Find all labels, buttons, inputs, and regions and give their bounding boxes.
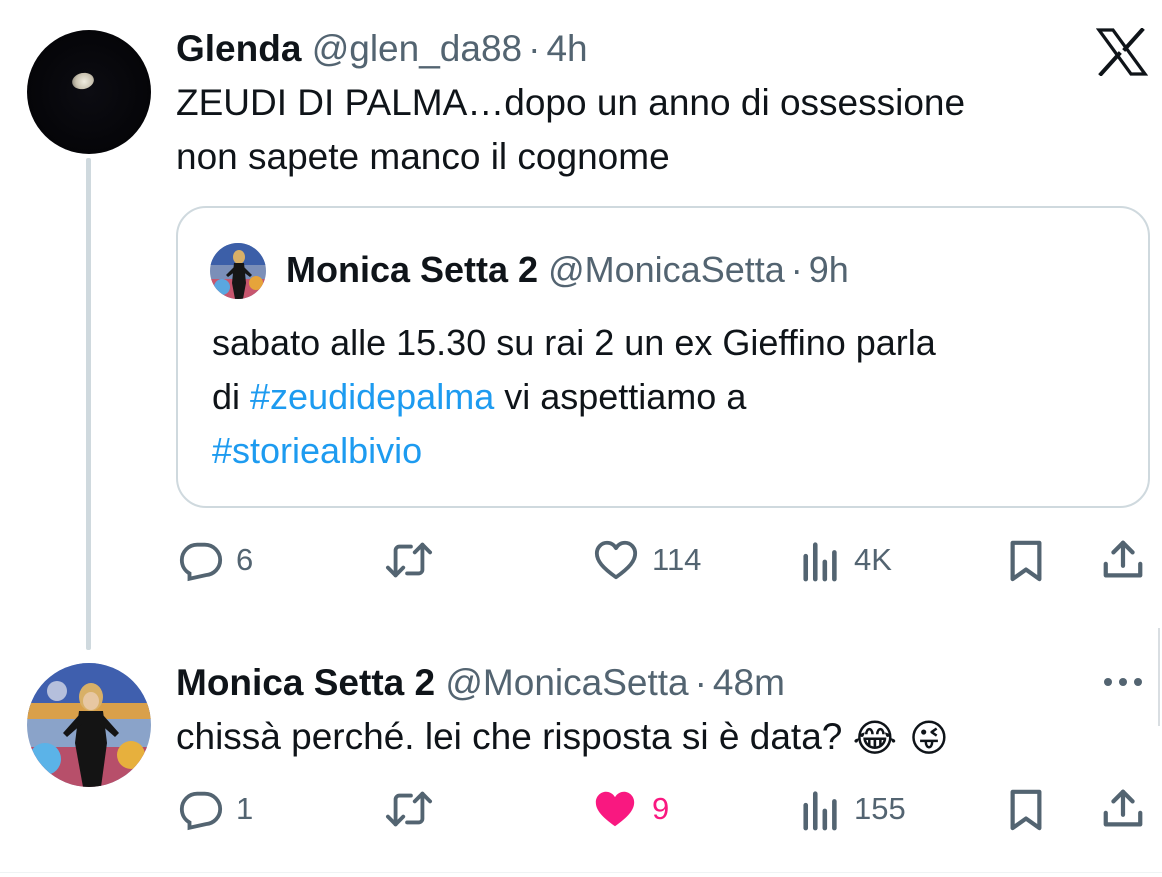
views-button[interactable]: 4K [800, 537, 892, 583]
more-icon[interactable] [1100, 668, 1146, 696]
avatar[interactable] [27, 663, 151, 787]
divider [0, 872, 1162, 873]
reply-button[interactable]: 1 [178, 786, 253, 832]
author-name[interactable]: Monica Setta 2 [176, 662, 435, 703]
tweet-header: Glenda @glen_da88 · 4h [176, 30, 588, 67]
separator-dot: · [694, 662, 707, 703]
views-icon [803, 791, 837, 831]
repost-button[interactable] [384, 537, 446, 583]
quoted-text-prefix: di [212, 376, 251, 417]
reply-text: chissà perché. lei che risposta si è dat… [176, 710, 949, 765]
monica-avatar-image [210, 243, 266, 299]
share-icon [1103, 540, 1143, 578]
quoted-header: Monica Setta 2 @MonicaSetta · 9h [286, 252, 849, 288]
bookmark-button[interactable] [1005, 537, 1047, 583]
like-button[interactable]: 114 [592, 537, 701, 583]
heart-icon [594, 540, 638, 580]
author-handle[interactable]: @MonicaSetta [445, 662, 688, 703]
quoted-text-line-3: #storiealbivio [212, 424, 936, 478]
avatar[interactable] [27, 30, 151, 154]
like-count: 114 [652, 542, 702, 577]
quoted-author-name: Monica Setta 2 [286, 249, 539, 290]
monica-avatar-image [27, 663, 151, 787]
like-button[interactable]: 9 [590, 786, 669, 832]
tweet-time[interactable]: 4h [546, 28, 587, 69]
reply-icon [179, 791, 223, 831]
views-count: 4K [854, 542, 892, 577]
like-count: 9 [652, 791, 670, 826]
reply-icon [179, 542, 223, 582]
scrollbar[interactable] [1158, 628, 1160, 726]
views-count: 155 [854, 791, 906, 826]
tweet-text-line: ZEUDI DI PALMA…dopo un anno di ossession… [176, 82, 966, 123]
views-icon [803, 542, 837, 582]
bookmark-icon [1010, 540, 1042, 582]
tweet-text: ZEUDI DI PALMA…dopo un anno di ossession… [176, 76, 965, 184]
moon-image [70, 70, 96, 92]
views-button[interactable]: 155 [800, 786, 906, 832]
quoted-author-handle: @MonicaSetta [548, 249, 785, 290]
reply-button[interactable]: 6 [178, 537, 253, 583]
author-name[interactable]: Glenda [176, 28, 301, 69]
share-button[interactable] [1100, 786, 1146, 832]
separator-dot: · [528, 28, 541, 69]
quoted-time: 9h [808, 249, 849, 290]
hashtag-link[interactable]: #zeudidepalma [250, 376, 494, 417]
x-logo-icon[interactable] [1096, 28, 1148, 76]
reply-text-body: chissà perché. lei che risposta si è dat… [176, 716, 843, 757]
reply-header: Monica Setta 2 @MonicaSetta · 48m [176, 664, 785, 701]
reply-count: 1 [236, 791, 254, 826]
heart-filled-icon [595, 791, 635, 827]
bookmark-icon [1010, 789, 1042, 831]
share-button[interactable] [1100, 537, 1146, 583]
hashtag-link[interactable]: #storiealbivio [212, 430, 422, 471]
quoted-text-line-2: di #zeudidepalma vi aspettiamo a [212, 370, 936, 424]
quoted-text: sabato alle 15.30 su rai 2 un ex Gieffin… [212, 316, 936, 478]
reply-count: 6 [236, 542, 254, 577]
emoji-group: 😂 😜 [852, 716, 949, 760]
tweet-text-line: non sapete manco il cognome [176, 136, 670, 177]
repost-button[interactable] [384, 786, 446, 832]
quoted-text-line-1: sabato alle 15.30 su rai 2 un ex Gieffin… [212, 322, 936, 363]
author-handle[interactable]: @glen_da88 [312, 28, 522, 69]
repost-icon [385, 542, 432, 578]
quoted-avatar [210, 243, 266, 299]
thread-connector [86, 158, 91, 650]
tweet-time[interactable]: 48m [713, 662, 785, 703]
bookmark-button[interactable] [1005, 786, 1047, 832]
tweet-thread: Glenda @glen_da88 · 4h ZEUDI DI PALMA…dopo… [0, 0, 1162, 877]
quoted-text-suffix: vi aspettiamo a [494, 376, 747, 417]
repost-icon [385, 791, 432, 827]
separator-dot: · [790, 249, 803, 290]
share-icon [1103, 789, 1143, 827]
